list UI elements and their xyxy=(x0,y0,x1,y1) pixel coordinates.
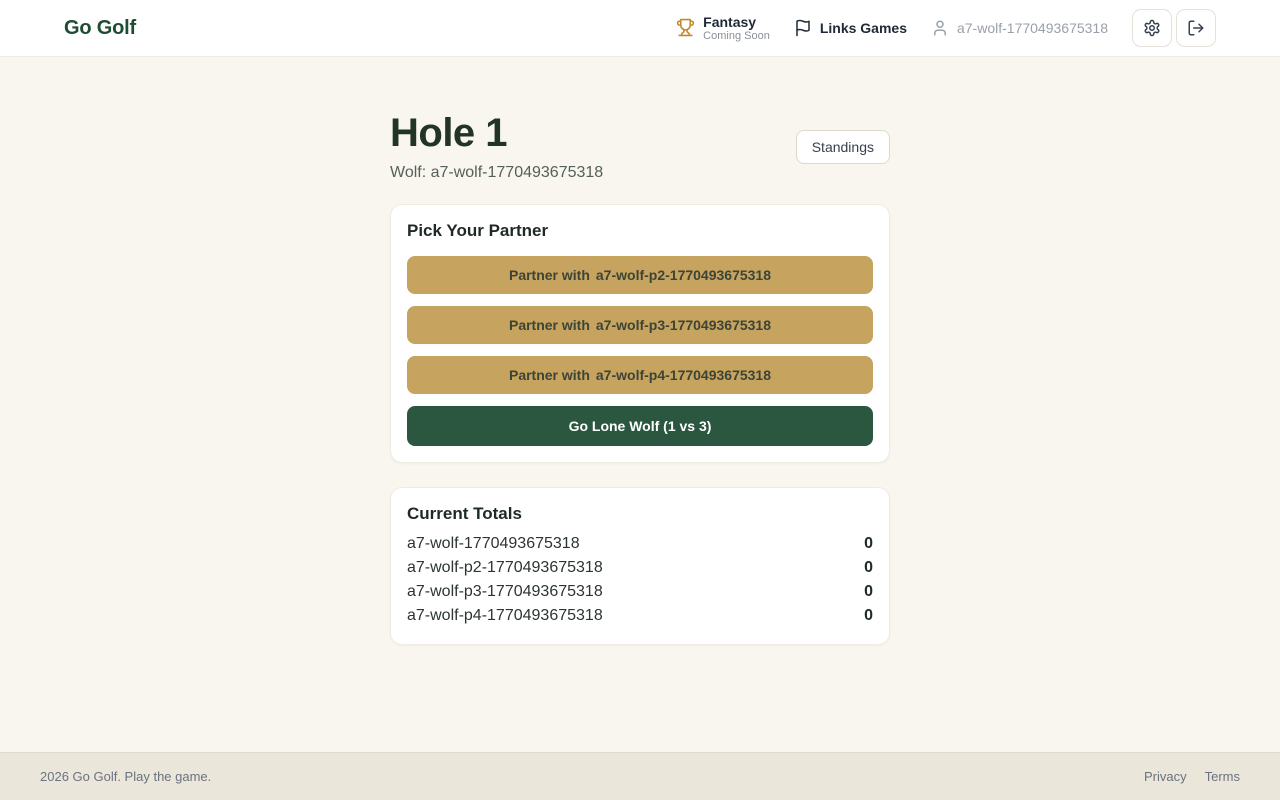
footer: 2026 Go Golf. Play the game. Privacy Ter… xyxy=(0,752,1280,800)
partner-button-prefix: Partner with xyxy=(509,267,590,283)
player-name: a7-wolf-p3-1770493675318 xyxy=(407,583,603,601)
nav-fantasy[interactable]: Fantasy Coming Soon xyxy=(676,14,770,43)
nav-fantasy-text: Fantasy Coming Soon xyxy=(703,14,770,43)
footer-copyright: 2026 Go Golf. Play the game. xyxy=(40,769,211,784)
page-subtitle: Wolf: a7-wolf-1770493675318 xyxy=(390,164,603,182)
header-nav: Fantasy Coming Soon Links Games a7-wolf-… xyxy=(676,9,1216,47)
go-lone-wolf-button[interactable]: Go Lone Wolf (1 vs 3) xyxy=(407,406,873,446)
partner-button-prefix: Partner with xyxy=(509,317,590,333)
app-logo[interactable]: Go Golf xyxy=(64,17,136,40)
gear-icon xyxy=(1143,19,1161,37)
privacy-link[interactable]: Privacy xyxy=(1144,769,1187,784)
header-buttons xyxy=(1132,9,1216,47)
player-score: 0 xyxy=(864,559,873,577)
partner-button-name: a7-wolf-p3-1770493675318 xyxy=(596,317,771,333)
partner-button-p2[interactable]: Partner with a7-wolf-p2-1770493675318 xyxy=(407,256,873,294)
terms-link[interactable]: Terms xyxy=(1205,769,1240,784)
player-score: 0 xyxy=(864,535,873,553)
nav-links-games-label: Links Games xyxy=(820,20,907,36)
partner-button-p4[interactable]: Partner with a7-wolf-p4-1770493675318 xyxy=(407,356,873,394)
player-name: a7-wolf-p4-1770493675318 xyxy=(407,607,603,625)
title-block: Hole 1 Wolf: a7-wolf-1770493675318 xyxy=(390,111,603,182)
title-row: Hole 1 Wolf: a7-wolf-1770493675318 Stand… xyxy=(390,111,890,182)
header: Go Golf Fantasy Coming Soon Links Games … xyxy=(0,0,1280,57)
page-title: Hole 1 xyxy=(390,111,603,156)
main-content: Hole 1 Wolf: a7-wolf-1770493675318 Stand… xyxy=(0,57,1280,752)
pick-partner-title: Pick Your Partner xyxy=(407,221,873,241)
total-row: a7-wolf-p3-1770493675318 0 xyxy=(407,580,873,604)
player-name: a7-wolf-p2-1770493675318 xyxy=(407,559,603,577)
logout-button[interactable] xyxy=(1176,9,1216,47)
user-display: a7-wolf-1770493675318 xyxy=(931,19,1108,37)
nav-links-games[interactable]: Links Games xyxy=(794,19,907,37)
footer-links: Privacy Terms xyxy=(1144,769,1240,784)
player-score: 0 xyxy=(864,583,873,601)
nav-fantasy-label: Fantasy xyxy=(703,14,770,30)
settings-button[interactable] xyxy=(1132,9,1172,47)
partner-button-name: a7-wolf-p2-1770493675318 xyxy=(596,267,771,283)
totals-list: a7-wolf-1770493675318 0 a7-wolf-p2-17704… xyxy=(407,532,873,628)
partner-button-prefix: Partner with xyxy=(509,367,590,383)
total-row: a7-wolf-1770493675318 0 xyxy=(407,532,873,556)
total-row: a7-wolf-p2-1770493675318 0 xyxy=(407,556,873,580)
pick-partner-card: Pick Your Partner Partner with a7-wolf-p… xyxy=(390,204,890,463)
logout-icon xyxy=(1187,19,1205,37)
total-row: a7-wolf-p4-1770493675318 0 xyxy=(407,604,873,628)
player-score: 0 xyxy=(864,607,873,625)
partner-button-name: a7-wolf-p4-1770493675318 xyxy=(596,367,771,383)
partner-button-p3[interactable]: Partner with a7-wolf-p3-1770493675318 xyxy=(407,306,873,344)
current-totals-title: Current Totals xyxy=(407,504,873,524)
player-name: a7-wolf-1770493675318 xyxy=(407,535,580,553)
nav-fantasy-sublabel: Coming Soon xyxy=(703,30,770,43)
trophy-icon xyxy=(676,18,695,37)
flag-icon xyxy=(794,19,812,37)
current-totals-card: Current Totals a7-wolf-1770493675318 0 a… xyxy=(390,487,890,645)
standings-button[interactable]: Standings xyxy=(796,130,890,164)
username-text: a7-wolf-1770493675318 xyxy=(957,20,1108,36)
user-icon xyxy=(931,19,949,37)
